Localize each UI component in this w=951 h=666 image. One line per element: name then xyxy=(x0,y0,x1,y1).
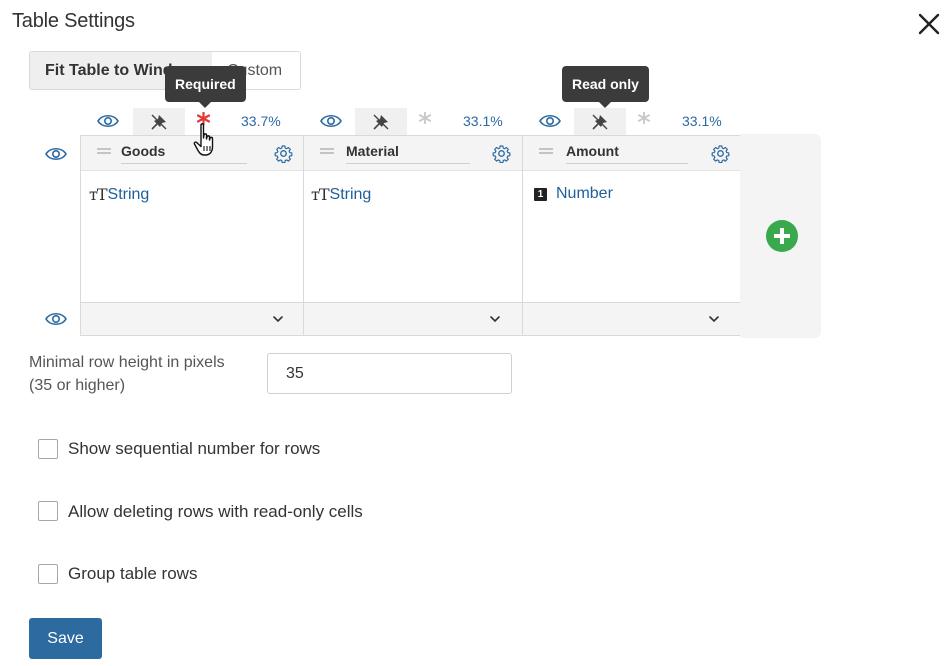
dialog-title: Table Settings xyxy=(12,10,135,32)
visibility-eye-icon[interactable] xyxy=(97,113,119,129)
column-footer xyxy=(523,303,740,335)
column-name-underline xyxy=(121,163,247,164)
column-type-link[interactable]: 1 Number xyxy=(534,185,613,203)
column-body: ᴛT String xyxy=(304,171,522,303)
column-header: Material xyxy=(304,136,522,171)
column-body: 1 Number xyxy=(523,171,740,303)
group-rows-checkbox[interactable] xyxy=(38,564,58,584)
column-name[interactable]: Goods xyxy=(121,143,165,159)
add-column-button[interactable] xyxy=(766,220,798,252)
column-width-percent[interactable]: 33.1% xyxy=(463,113,503,129)
required-tooltip: Required xyxy=(165,66,246,108)
column-name[interactable]: Material xyxy=(346,143,399,159)
chevron-down-icon[interactable] xyxy=(707,312,721,326)
footer-row-visibility-eye-icon[interactable] xyxy=(45,311,67,327)
read-only-pin-icon[interactable] xyxy=(150,113,168,131)
column-type-label: Number xyxy=(556,185,613,202)
gear-icon[interactable] xyxy=(492,144,511,163)
drag-handle-icon[interactable] xyxy=(97,148,111,154)
number-type-icon: 1 xyxy=(534,187,547,201)
show-sequential-label[interactable]: Show sequential number for rows xyxy=(68,439,320,459)
column-header: Amount xyxy=(523,136,740,171)
required-asterisk-icon[interactable] xyxy=(638,112,650,124)
min-row-height-label: Minimal row height in pixels (35 or high… xyxy=(29,354,225,394)
min-row-height-input[interactable] xyxy=(267,353,512,394)
show-sequential-checkbox[interactable] xyxy=(38,439,58,459)
column-width-percent[interactable]: 33.1% xyxy=(682,113,722,129)
table-column-amount: Amount 1 Number xyxy=(523,135,741,336)
visibility-eye-icon[interactable] xyxy=(539,113,561,129)
visibility-eye-icon[interactable] xyxy=(320,113,342,129)
column-type-label: String xyxy=(107,185,150,203)
column-header: Goods xyxy=(81,136,303,171)
allow-deleting-label[interactable]: Allow deleting rows with read-only cells xyxy=(68,502,363,522)
column-body: ᴛT String xyxy=(81,171,303,303)
gear-icon[interactable] xyxy=(711,144,730,163)
table-column-material: Material ᴛT String xyxy=(304,135,523,336)
read-only-pin-icon[interactable] xyxy=(591,113,609,131)
column-footer xyxy=(304,303,522,335)
drag-handle-icon[interactable] xyxy=(539,148,553,154)
allow-deleting-checkbox[interactable] xyxy=(38,501,58,521)
column-name-underline xyxy=(346,163,470,164)
column-type-label: String xyxy=(329,185,372,203)
column-footer xyxy=(81,303,303,335)
table-column-goods: Goods ᴛT String xyxy=(80,135,304,336)
column-name-underline xyxy=(566,163,688,164)
text-type-icon: ᴛT xyxy=(89,185,108,204)
read-only-tooltip: Read only xyxy=(562,66,649,108)
text-type-icon: ᴛT xyxy=(311,185,330,204)
header-row-visibility-eye-icon[interactable] xyxy=(45,146,67,162)
required-asterisk-icon[interactable] xyxy=(197,112,210,125)
chevron-down-icon[interactable] xyxy=(271,312,285,326)
save-button[interactable]: Save xyxy=(29,618,102,659)
column-width-percent[interactable]: 33.7% xyxy=(241,113,281,129)
column-type-link[interactable]: ᴛT String xyxy=(311,185,371,204)
chevron-down-icon[interactable] xyxy=(488,312,502,326)
close-icon[interactable] xyxy=(915,10,943,38)
gear-icon[interactable] xyxy=(274,144,293,163)
drag-handle-icon[interactable] xyxy=(320,148,334,154)
group-rows-label[interactable]: Group table rows xyxy=(68,564,197,584)
column-name[interactable]: Amount xyxy=(566,143,619,159)
required-asterisk-icon[interactable] xyxy=(419,112,431,124)
read-only-pin-icon[interactable] xyxy=(372,113,390,131)
column-type-link[interactable]: ᴛT String xyxy=(89,185,149,204)
